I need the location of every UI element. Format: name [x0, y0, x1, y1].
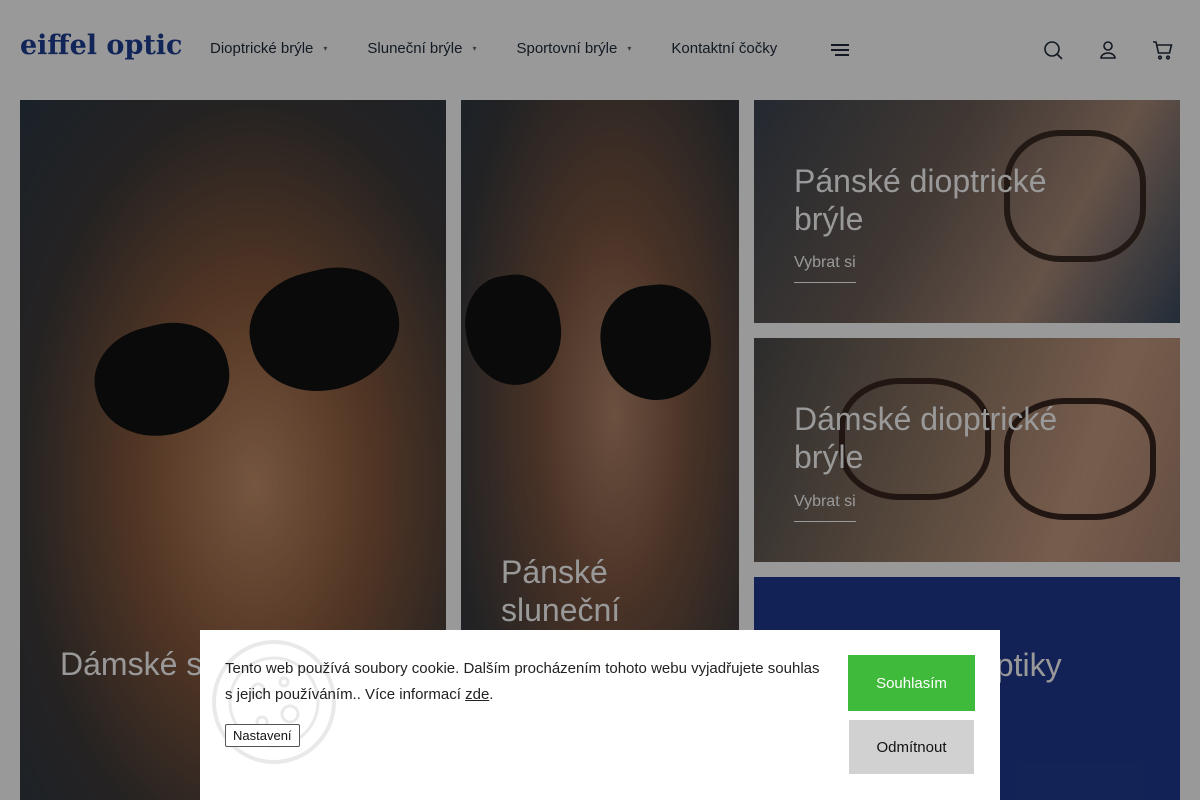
accept-button[interactable]: Souhlasím	[848, 655, 975, 711]
cookie-message: Tento web používá soubory cookie. Dalším…	[225, 656, 825, 708]
cookie-banner: Tento web používá soubory cookie. Dalším…	[200, 630, 1000, 800]
settings-button[interactable]: Nastavení	[225, 724, 300, 747]
cookie-text-end: .	[489, 686, 494, 703]
more-info-link[interactable]: zde	[465, 686, 489, 703]
reject-button[interactable]: Odmítnout	[849, 720, 974, 774]
cookie-text: Tento web používá soubory cookie. Dalším…	[225, 660, 820, 703]
